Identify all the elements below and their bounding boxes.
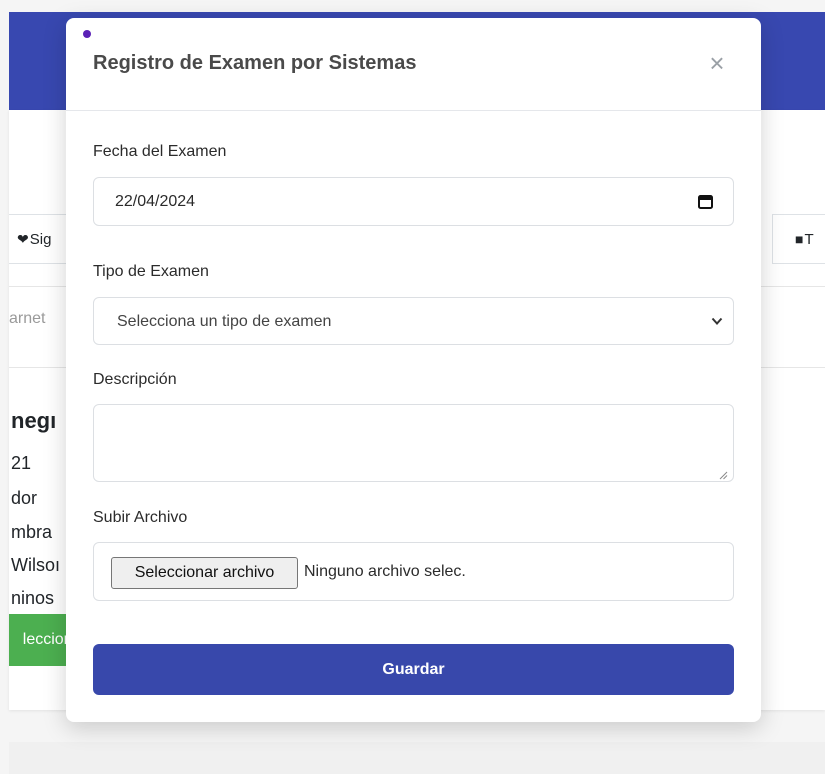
exam-type-label: Tipo de Examen xyxy=(93,263,209,280)
patient-info-line: 21 xyxy=(11,453,32,473)
close-icon[interactable]: × xyxy=(703,48,731,78)
tab-other[interactable]: ■T xyxy=(772,214,825,264)
calendar-icon[interactable] xyxy=(698,194,713,209)
tab-signs-label: Sig xyxy=(29,231,52,248)
file-upload-field: Seleccionar archivo Ninguno archivo sele… xyxy=(93,542,734,601)
patient-info-line: ninos xyxy=(11,588,55,608)
file-status: Ninguno archivo selec. xyxy=(304,563,466,580)
save-button[interactable]: Guardar xyxy=(93,644,734,695)
exam-type-value: Selecciona un tipo de examen xyxy=(117,313,332,330)
tab-other-label: T xyxy=(804,231,814,248)
exam-type-select[interactable]: Selecciona un tipo de examen xyxy=(93,297,734,345)
resize-handle-icon[interactable] xyxy=(718,470,728,480)
briefcase-icon: ■ xyxy=(795,231,804,247)
background-footer xyxy=(9,742,825,774)
description-textarea[interactable] xyxy=(93,404,734,482)
modal-header: Registro de Examen por Sistemas × xyxy=(66,18,761,111)
file-label: Subir Archivo xyxy=(93,509,188,526)
select-patient-button[interactable]: leccior xyxy=(9,614,69,666)
date-label: Fecha del Examen xyxy=(93,143,227,160)
patient-name: negı xyxy=(11,408,57,433)
patient-info-line: Wilsoı xyxy=(11,555,60,575)
date-value: 22/04/2024 xyxy=(115,193,196,210)
patient-info-line: dor xyxy=(11,488,38,508)
description-label: Descripción xyxy=(93,371,177,388)
exam-registration-modal: Registro de Examen por Sistemas × Fecha … xyxy=(66,18,761,722)
carnet-search-input[interactable]: arnet xyxy=(9,310,45,328)
chevron-down-icon xyxy=(711,317,723,325)
status-dot xyxy=(83,30,91,38)
exam-date-field[interactable]: 22/04/2024 xyxy=(93,177,734,226)
heartbeat-icon: ❤ xyxy=(17,231,29,247)
patient-info-line: mbra xyxy=(11,522,53,542)
choose-file-button[interactable]: Seleccionar archivo xyxy=(111,557,298,589)
modal-title: Registro de Examen por Sistemas xyxy=(93,52,417,74)
